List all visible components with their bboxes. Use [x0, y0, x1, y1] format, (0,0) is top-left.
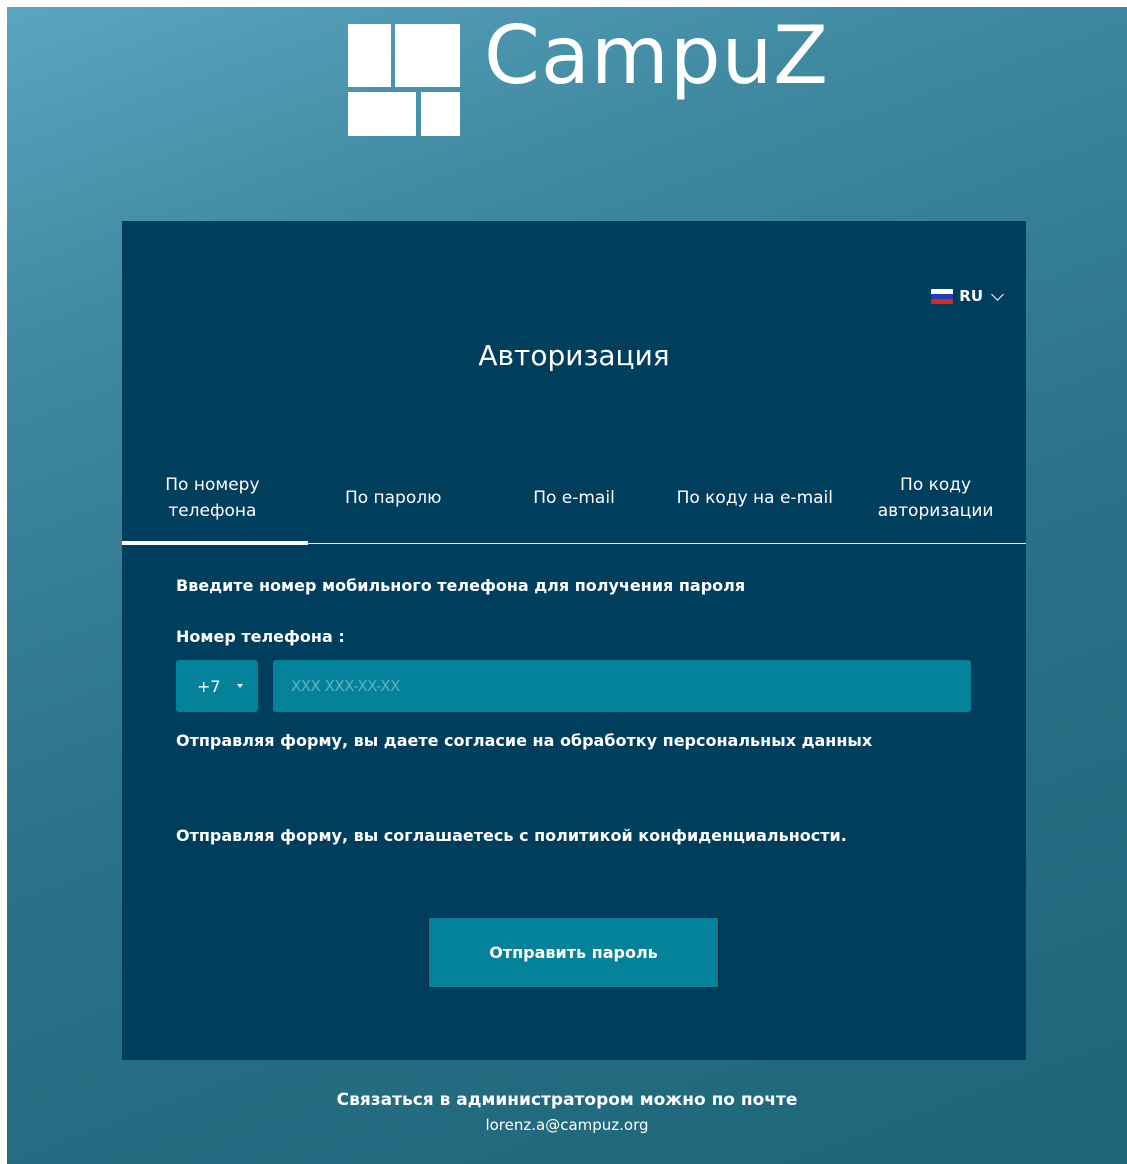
auth-card: RU Авторизация По номеру телефона По пар…: [122, 221, 1026, 1060]
tab-label: По номеру телефона: [165, 475, 260, 521]
campuz-logo: CampuZ: [348, 16, 828, 139]
caret-down-icon: [236, 684, 243, 688]
consent-text: Отправляя форму, вы даете согласие на об…: [176, 731, 873, 750]
country-code-value: +7: [197, 676, 221, 696]
tab-email[interactable]: По e-mail: [484, 453, 665, 543]
chevron-down-icon: [991, 287, 1004, 301]
tab-auth-code[interactable]: По коду авторизации: [845, 453, 1026, 543]
phone-input-row: +7: [176, 660, 972, 712]
country-code-select[interactable]: +7: [176, 660, 258, 712]
contact-text: Связаться в администратором можно по поч…: [336, 1090, 798, 1110]
tab-label: По коду авторизации: [877, 475, 994, 521]
auth-method-tabs: По номеру телефона По паролю По e-mail П…: [122, 453, 1026, 545]
admin-email-link[interactable]: lorenz.a@campuz.org: [485, 1114, 648, 1136]
brand-name: CampuZ: [484, 9, 830, 102]
tab-password[interactable]: По паролю: [303, 453, 484, 543]
language-label: RU: [959, 287, 983, 305]
tab-label: По e-mail: [533, 488, 615, 508]
tab-label: По паролю: [344, 488, 442, 508]
page-background: CampuZ RU Авторизация По номеру телефона…: [7, 7, 1127, 1164]
tab-email-code[interactable]: По коду на e-mail: [664, 453, 845, 543]
phone-field-label: Номер телефона :: [176, 627, 345, 646]
page-title: Авторизация: [478, 339, 670, 372]
footer: Связаться в администратором можно по поч…: [7, 1086, 1127, 1136]
tab-phone[interactable]: По номеру телефона: [122, 453, 308, 545]
phone-input[interactable]: [273, 660, 971, 712]
send-password-button[interactable]: Отправить пароль: [428, 917, 719, 988]
tab-label: По коду на e-mail: [676, 488, 833, 508]
language-selector[interactable]: RU: [931, 287, 1004, 305]
russia-flag-icon: [931, 288, 954, 304]
campuz-logo-icon: [348, 24, 460, 136]
privacy-text: Отправляя форму, вы соглашаетесь с полит…: [176, 826, 847, 845]
form-hint: Введите номер мобильного телефона для по…: [176, 576, 746, 595]
